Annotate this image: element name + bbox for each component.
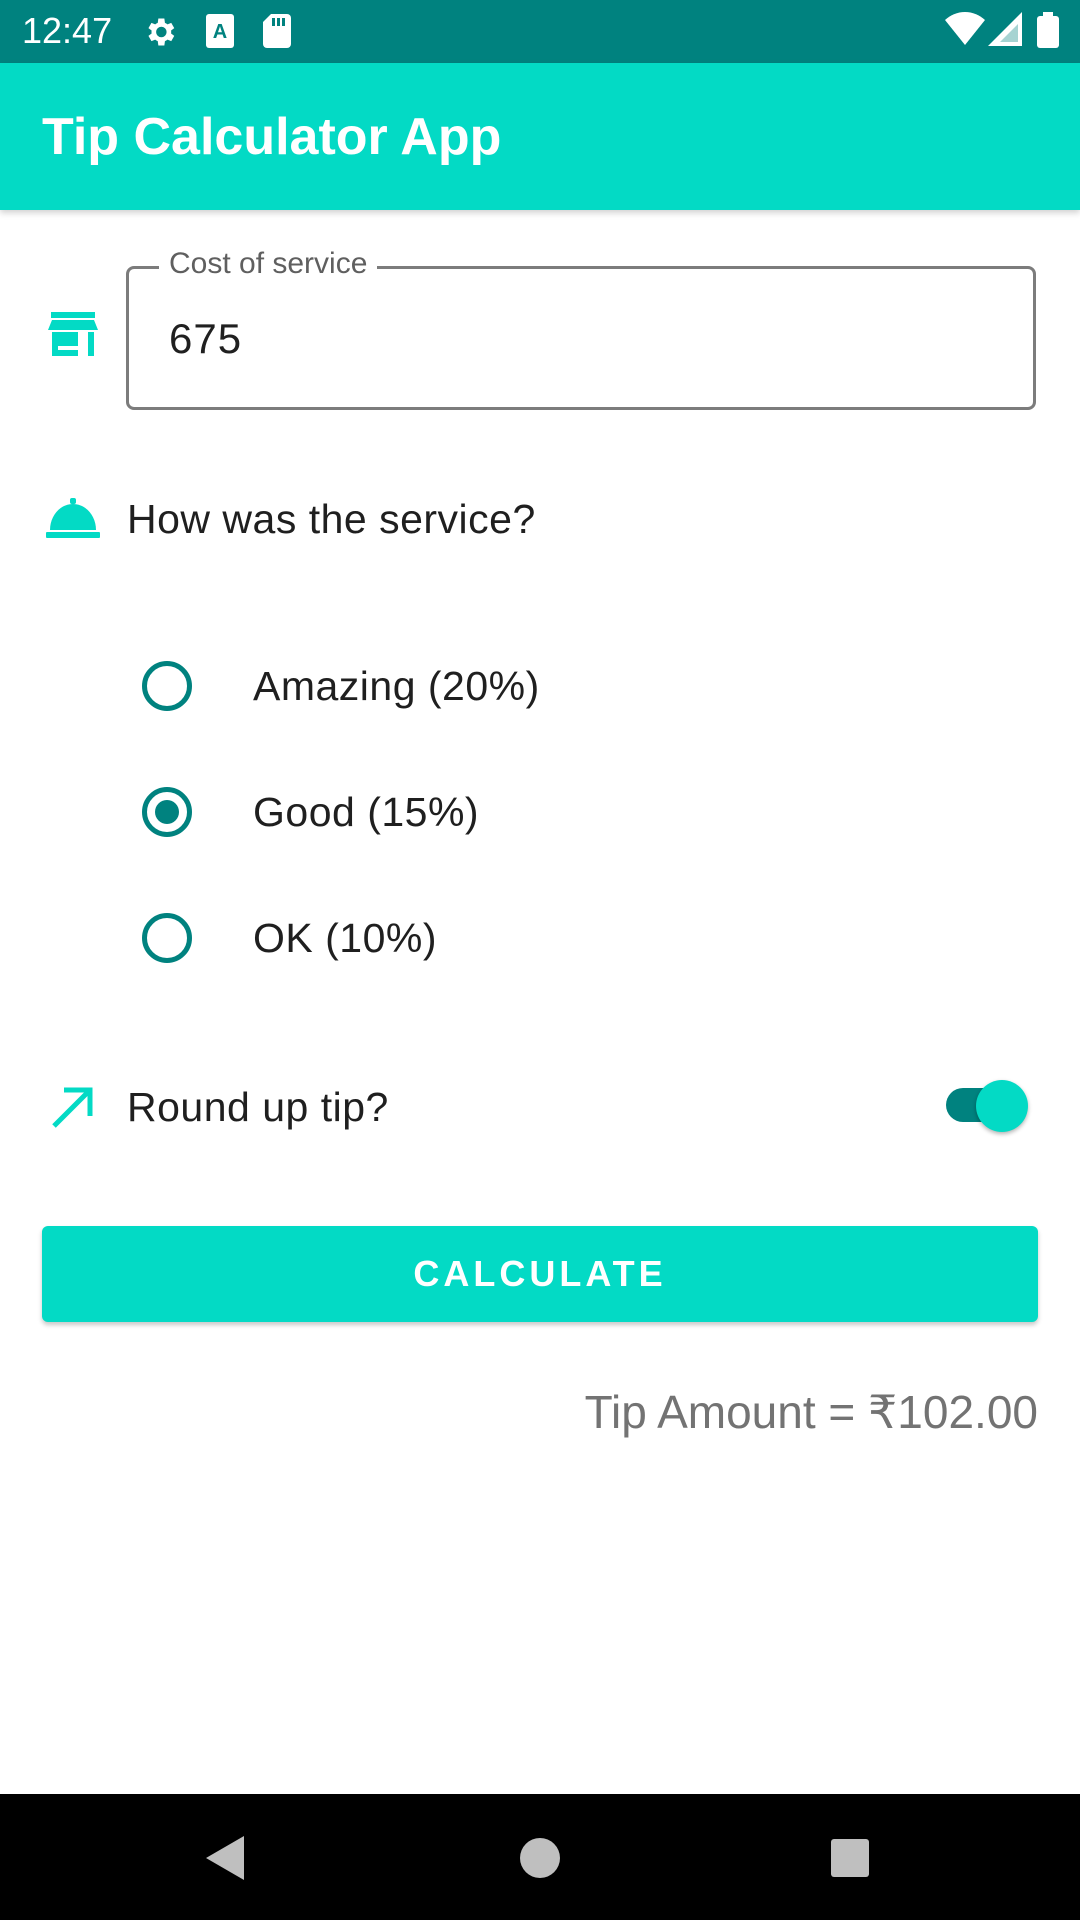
room-service-icon bbox=[46, 498, 100, 543]
cost-of-service-field[interactable]: Cost of service 675 bbox=[126, 242, 1036, 410]
radio-button[interactable] bbox=[142, 913, 192, 963]
svg-text:A: A bbox=[213, 21, 227, 43]
tip-option-label: OK (10%) bbox=[253, 915, 437, 961]
switch-thumb[interactable] bbox=[976, 1080, 1028, 1132]
text-a-icon: A bbox=[206, 14, 234, 48]
wifi-icon bbox=[945, 12, 985, 46]
recents-icon[interactable] bbox=[814, 1822, 886, 1894]
calculate-button[interactable]: CALCULATE bbox=[42, 1226, 1038, 1322]
cell-signal-icon bbox=[988, 12, 1022, 46]
round-up-label: Round up tip? bbox=[127, 1084, 389, 1130]
tip-option-ok[interactable]: OK (10%) bbox=[140, 888, 940, 988]
battery-icon bbox=[1037, 12, 1059, 48]
round-up-switch[interactable] bbox=[946, 1080, 1028, 1132]
status-bar: 12:47 A bbox=[0, 0, 1080, 63]
cost-of-service-label: Cost of service bbox=[159, 242, 378, 286]
tip-option-amazing[interactable]: Amazing (20%) bbox=[140, 636, 940, 736]
app-bar: Tip Calculator App bbox=[0, 63, 1080, 210]
home-icon[interactable] bbox=[504, 1822, 576, 1894]
tip-option-label: Amazing (20%) bbox=[253, 663, 540, 709]
service-question-text: How was the service? bbox=[127, 496, 536, 542]
status-time: 12:47 bbox=[22, 10, 113, 51]
cost-of-service-input[interactable]: 675 bbox=[169, 313, 242, 365]
tip-option-good[interactable]: Good (15%) bbox=[140, 762, 940, 862]
gear-icon bbox=[142, 14, 178, 48]
tip-amount-result: Tip Amount = ₹102.00 bbox=[584, 1386, 1038, 1438]
tip-option-label: Good (15%) bbox=[253, 789, 480, 835]
radio-button[interactable] bbox=[142, 661, 192, 711]
app-title: Tip Calculator App bbox=[42, 108, 502, 166]
radio-button-selected[interactable] bbox=[142, 787, 192, 837]
trending-up-icon bbox=[50, 1086, 94, 1135]
navigation-bar bbox=[0, 1794, 1080, 1920]
back-icon[interactable] bbox=[190, 1822, 262, 1894]
store-icon bbox=[48, 312, 98, 356]
sd-card-icon bbox=[263, 14, 291, 48]
